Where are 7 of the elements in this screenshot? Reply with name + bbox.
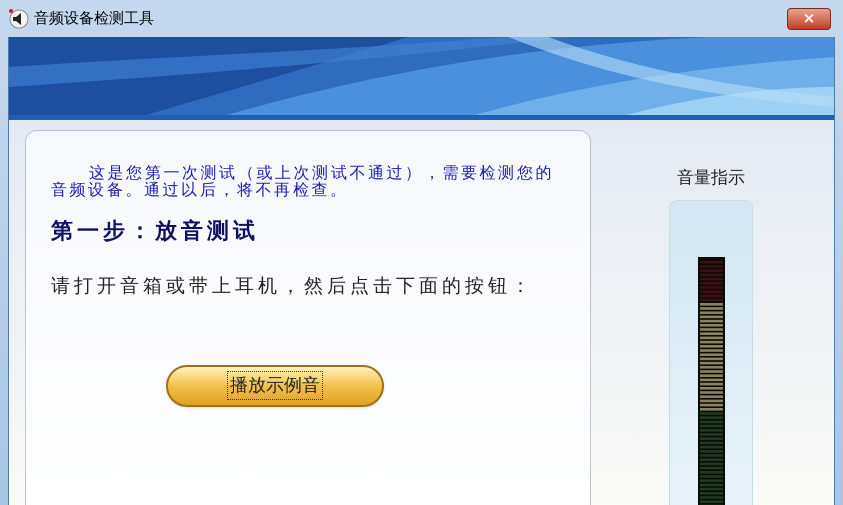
meter-label: 音量指示 <box>677 167 745 190</box>
speaker-icon <box>8 8 30 30</box>
window-title: 音频设备检测工具 <box>34 8 154 30</box>
intro-text: 这是您第一次测试（或上次测试不通过），需要检测您的音频设备。通过以后，将不再检查。 <box>51 164 555 198</box>
instruction-text: 请打开音箱或带上耳机，然后点击下面的按钮： <box>51 274 535 299</box>
play-button[interactable]: 播放示例音 <box>166 364 384 406</box>
step-heading: 第一步：放音测试 <box>51 217 260 246</box>
